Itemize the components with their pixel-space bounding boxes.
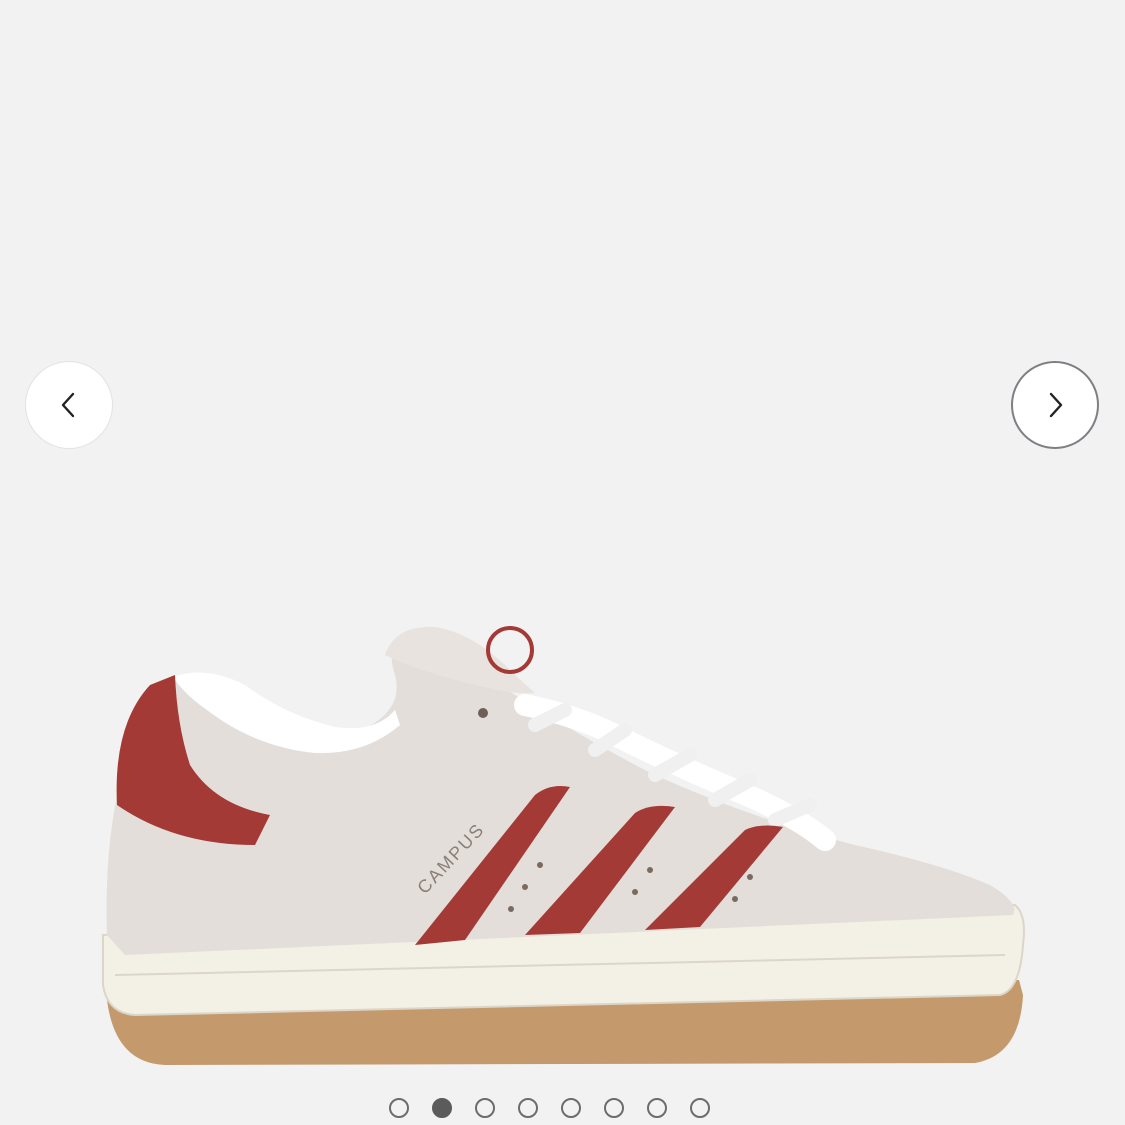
product-image: CAMPUS (102, 626, 1025, 1065)
pagination-dot[interactable] (432, 1098, 452, 1118)
product-image-carousel: CAMPUS (0, 0, 1125, 1125)
carousel-pagination (389, 1098, 710, 1118)
pagination-dot[interactable] (518, 1098, 538, 1118)
pagination-dot[interactable] (690, 1098, 710, 1118)
pagination-dot[interactable] (475, 1098, 495, 1118)
next-image-button[interactable] (1011, 361, 1099, 449)
chevron-right-icon (1049, 392, 1063, 418)
pagination-dot[interactable] (389, 1098, 409, 1118)
pagination-dot[interactable] (604, 1098, 624, 1118)
pagination-dot[interactable] (647, 1098, 667, 1118)
chevron-left-icon (61, 392, 75, 418)
pagination-dot[interactable] (561, 1098, 581, 1118)
previous-image-button[interactable] (25, 361, 113, 449)
